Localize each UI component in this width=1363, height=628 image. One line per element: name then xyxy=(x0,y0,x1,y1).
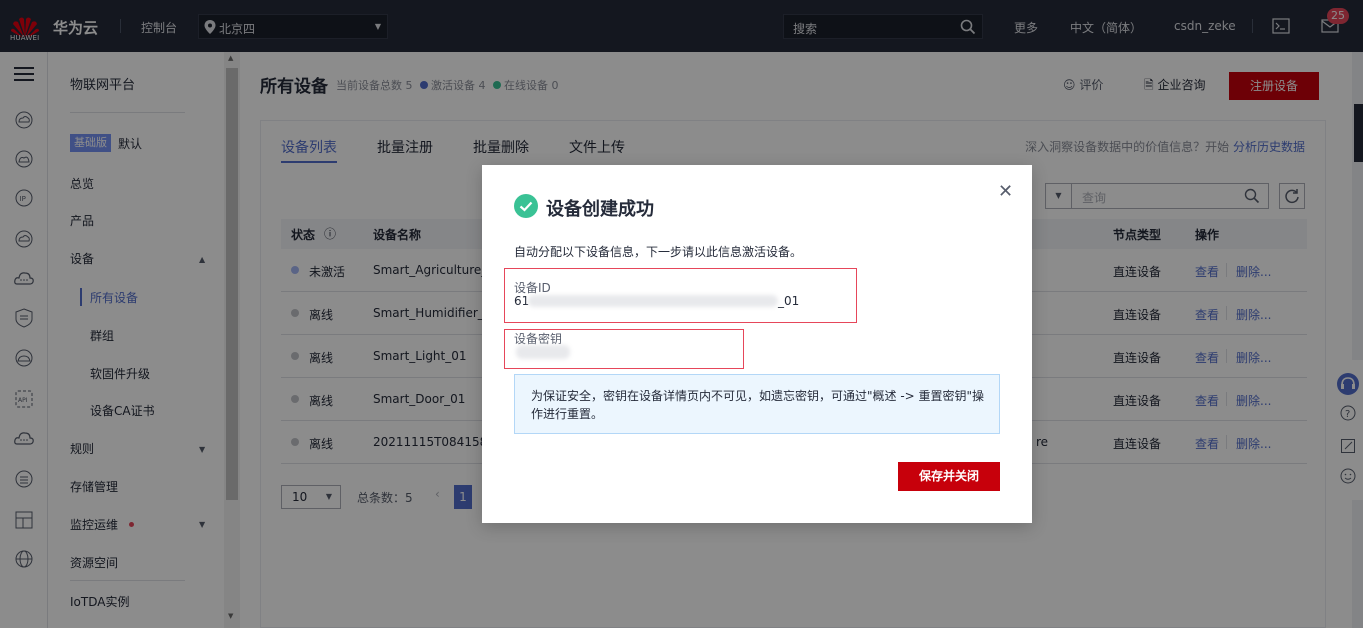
redacted-device-secret xyxy=(516,345,570,359)
dialog-title: 设备创建成功 xyxy=(546,199,654,220)
device-id-suffix[interactable]: _01 xyxy=(778,294,799,308)
success-check-icon xyxy=(514,194,538,218)
device-id-prefix[interactable]: 61 xyxy=(514,294,529,308)
device-created-dialog: ✕ 设备创建成功 自动分配以下设备信息，下一步请以此信息激活设备。 设备ID 6… xyxy=(482,165,1032,523)
save-and-close-button[interactable]: 保存并关闭 xyxy=(898,462,1000,491)
close-icon[interactable]: ✕ xyxy=(998,181,1013,202)
redacted-device-id xyxy=(528,295,778,307)
notice-text: 为保证安全，密钥在设备详情页内不可见，如遗忘密钥，可通过"概述 -> 重置密钥"… xyxy=(531,389,985,421)
security-notice: 为保证安全，密钥在设备详情页内不可见，如遗忘密钥，可通过"概述 -> 重置密钥"… xyxy=(514,374,1000,434)
dialog-description: 自动分配以下设备信息，下一步请以此信息激活设备。 xyxy=(514,245,803,259)
